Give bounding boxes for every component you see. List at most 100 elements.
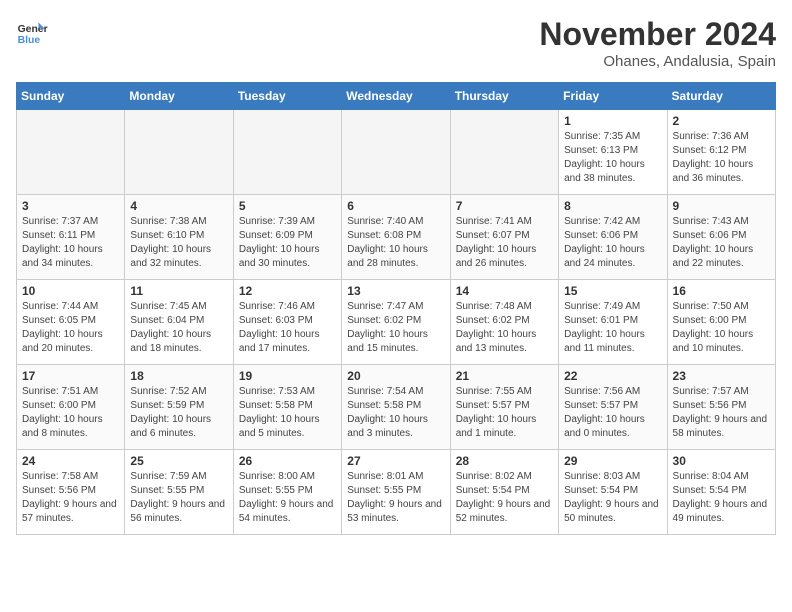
calendar-cell bbox=[342, 110, 450, 195]
day-number: 19 bbox=[239, 369, 336, 383]
col-header-wednesday: Wednesday bbox=[342, 83, 450, 110]
day-info: Sunrise: 7:35 AMSunset: 6:13 PMDaylight:… bbox=[564, 130, 661, 186]
day-info: Sunrise: 7:52 AMSunset: 5:59 PMDaylight:… bbox=[130, 385, 227, 441]
calendar-cell: 27 Sunrise: 8:01 AMSunset: 5:55 PMDayligh… bbox=[342, 450, 450, 535]
calendar-cell: 30 Sunrise: 8:04 AMSunset: 5:54 PMDayligh… bbox=[667, 450, 775, 535]
svg-text:General: General bbox=[18, 24, 48, 35]
day-number: 6 bbox=[347, 199, 444, 213]
day-info: Sunrise: 7:53 AMSunset: 5:58 PMDaylight:… bbox=[239, 385, 336, 441]
day-info: Sunrise: 7:54 AMSunset: 5:58 PMDaylight:… bbox=[347, 385, 444, 441]
calendar-cell bbox=[233, 110, 341, 195]
day-info: Sunrise: 7:48 AMSunset: 6:02 PMDaylight:… bbox=[456, 300, 553, 356]
calendar-cell: 11 Sunrise: 7:45 AMSunset: 6:04 PMDayligh… bbox=[125, 280, 233, 365]
day-info: Sunrise: 7:41 AMSunset: 6:07 PMDaylight:… bbox=[456, 215, 553, 271]
day-number: 24 bbox=[22, 454, 119, 468]
col-header-friday: Friday bbox=[559, 83, 667, 110]
week-row-2: 3 Sunrise: 7:37 AMSunset: 6:11 PMDaylight… bbox=[17, 195, 776, 280]
day-info: Sunrise: 7:49 AMSunset: 6:01 PMDaylight:… bbox=[564, 300, 661, 356]
calendar-cell: 7 Sunrise: 7:41 AMSunset: 6:07 PMDaylight… bbox=[450, 195, 558, 280]
calendar-cell: 1 Sunrise: 7:35 AMSunset: 6:13 PMDaylight… bbox=[559, 110, 667, 195]
col-header-saturday: Saturday bbox=[667, 83, 775, 110]
day-info: Sunrise: 7:40 AMSunset: 6:08 PMDaylight:… bbox=[347, 215, 444, 271]
day-number: 2 bbox=[673, 114, 770, 128]
day-number: 29 bbox=[564, 454, 661, 468]
calendar-cell: 9Sunrise: 7:43 AMSunset: 6:06 PMDaylight… bbox=[667, 195, 775, 280]
calendar-cell bbox=[17, 110, 125, 195]
calendar-cell: 12Sunrise: 7:46 AMSunset: 6:03 PMDayligh… bbox=[233, 280, 341, 365]
calendar-cell: 6 Sunrise: 7:40 AMSunset: 6:08 PMDaylight… bbox=[342, 195, 450, 280]
day-info: Sunrise: 7:58 AMSunset: 5:56 PMDaylight:… bbox=[22, 470, 119, 526]
day-number: 30 bbox=[673, 454, 770, 468]
calendar-cell: 22 Sunrise: 7:56 AMSunset: 5:57 PMDayligh… bbox=[559, 365, 667, 450]
day-info: Sunrise: 7:39 AMSunset: 6:09 PMDaylight:… bbox=[239, 215, 336, 271]
day-number: 15 bbox=[564, 284, 661, 298]
calendar-cell: 10Sunrise: 7:44 AMSunset: 6:05 PMDayligh… bbox=[17, 280, 125, 365]
day-number: 1 bbox=[564, 114, 661, 128]
calendar-cell: 15 Sunrise: 7:49 AMSunset: 6:01 PMDayligh… bbox=[559, 280, 667, 365]
calendar-cell: 2 Sunrise: 7:36 AMSunset: 6:12 PMDaylight… bbox=[667, 110, 775, 195]
logo-icon: General Blue bbox=[16, 16, 48, 48]
week-row-4: 17 Sunrise: 7:51 AMSunset: 6:00 PMDayligh… bbox=[17, 365, 776, 450]
day-info: Sunrise: 8:02 AMSunset: 5:54 PMDaylight:… bbox=[456, 470, 553, 526]
col-header-sunday: Sunday bbox=[17, 83, 125, 110]
day-info: Sunrise: 7:38 AMSunset: 6:10 PMDaylight:… bbox=[130, 215, 227, 271]
day-info: Sunrise: 7:37 AMSunset: 6:11 PMDaylight:… bbox=[22, 215, 119, 271]
day-number: 10 bbox=[22, 284, 119, 298]
calendar-cell: 5 Sunrise: 7:39 AMSunset: 6:09 PMDaylight… bbox=[233, 195, 341, 280]
col-header-monday: Monday bbox=[125, 83, 233, 110]
day-info: Sunrise: 7:50 AMSunset: 6:00 PMDaylight:… bbox=[673, 300, 770, 356]
day-info: Sunrise: 8:03 AMSunset: 5:54 PMDaylight:… bbox=[564, 470, 661, 526]
day-number: 5 bbox=[239, 199, 336, 213]
day-number: 22 bbox=[564, 369, 661, 383]
day-number: 27 bbox=[347, 454, 444, 468]
calendar-cell: 29 Sunrise: 8:03 AMSunset: 5:54 PMDayligh… bbox=[559, 450, 667, 535]
day-number: 20 bbox=[347, 369, 444, 383]
calendar-cell: 19 Sunrise: 7:53 AMSunset: 5:58 PMDayligh… bbox=[233, 365, 341, 450]
day-info: Sunrise: 7:51 AMSunset: 6:00 PMDaylight:… bbox=[22, 385, 119, 441]
calendar-cell: 23 Sunrise: 7:57 AMSunset: 5:56 PMDayligh… bbox=[667, 365, 775, 450]
day-number: 13 bbox=[347, 284, 444, 298]
day-number: 17 bbox=[22, 369, 119, 383]
calendar-cell: 13 Sunrise: 7:47 AMSunset: 6:02 PMDayligh… bbox=[342, 280, 450, 365]
day-info: Sunrise: 7:56 AMSunset: 5:57 PMDaylight:… bbox=[564, 385, 661, 441]
day-info: Sunrise: 7:47 AMSunset: 6:02 PMDaylight:… bbox=[347, 300, 444, 356]
col-header-thursday: Thursday bbox=[450, 83, 558, 110]
calendar-cell: 14 Sunrise: 7:48 AMSunset: 6:02 PMDayligh… bbox=[450, 280, 558, 365]
day-info: Sunrise: 7:42 AMSunset: 6:06 PMDaylight:… bbox=[564, 215, 661, 271]
day-number: 28 bbox=[456, 454, 553, 468]
day-number: 18 bbox=[130, 369, 227, 383]
week-row-5: 24 Sunrise: 7:58 AMSunset: 5:56 PMDayligh… bbox=[17, 450, 776, 535]
header-row: SundayMondayTuesdayWednesdayThursdayFrid… bbox=[17, 83, 776, 110]
day-info: Sunrise: 7:36 AMSunset: 6:12 PMDaylight:… bbox=[673, 130, 770, 186]
title-block: November 2024 Ohanes, Andalusia, Spain bbox=[539, 16, 776, 70]
calendar-cell bbox=[125, 110, 233, 195]
day-number: 9 bbox=[673, 199, 770, 213]
day-number: 4 bbox=[130, 199, 227, 213]
day-info: Sunrise: 7:57 AMSunset: 5:56 PMDaylight:… bbox=[673, 385, 770, 441]
day-number: 23 bbox=[673, 369, 770, 383]
page-header: General Blue November 2024 Ohanes, Andal… bbox=[16, 16, 776, 70]
day-info: Sunrise: 7:45 AMSunset: 6:04 PMDaylight:… bbox=[130, 300, 227, 356]
day-number: 11 bbox=[130, 284, 227, 298]
day-info: Sunrise: 8:04 AMSunset: 5:54 PMDaylight:… bbox=[673, 470, 770, 526]
calendar-cell: 25Sunrise: 7:59 AMSunset: 5:55 PMDayligh… bbox=[125, 450, 233, 535]
calendar-cell: 8Sunrise: 7:42 AMSunset: 6:06 PMDaylight… bbox=[559, 195, 667, 280]
calendar-cell: 21Sunrise: 7:55 AMSunset: 5:57 PMDayligh… bbox=[450, 365, 558, 450]
svg-text:Blue: Blue bbox=[18, 35, 41, 46]
day-number: 26 bbox=[239, 454, 336, 468]
day-number: 16 bbox=[673, 284, 770, 298]
calendar-cell: 17 Sunrise: 7:51 AMSunset: 6:00 PMDayligh… bbox=[17, 365, 125, 450]
calendar-cell: 18 Sunrise: 7:52 AMSunset: 5:59 PMDayligh… bbox=[125, 365, 233, 450]
calendar-cell: 26Sunrise: 8:00 AMSunset: 5:55 PMDayligh… bbox=[233, 450, 341, 535]
location: Ohanes, Andalusia, Spain bbox=[539, 53, 776, 70]
day-number: 7 bbox=[456, 199, 553, 213]
col-header-tuesday: Tuesday bbox=[233, 83, 341, 110]
day-number: 3 bbox=[22, 199, 119, 213]
day-number: 14 bbox=[456, 284, 553, 298]
week-row-1: 1 Sunrise: 7:35 AMSunset: 6:13 PMDaylight… bbox=[17, 110, 776, 195]
calendar-cell: 4 Sunrise: 7:38 AMSunset: 6:10 PMDaylight… bbox=[125, 195, 233, 280]
day-info: Sunrise: 7:46 AMSunset: 6:03 PMDaylight:… bbox=[239, 300, 336, 356]
day-info: Sunrise: 8:01 AMSunset: 5:55 PMDaylight:… bbox=[347, 470, 444, 526]
day-number: 21 bbox=[456, 369, 553, 383]
calendar-table: SundayMondayTuesdayWednesdayThursdayFrid… bbox=[16, 82, 776, 535]
